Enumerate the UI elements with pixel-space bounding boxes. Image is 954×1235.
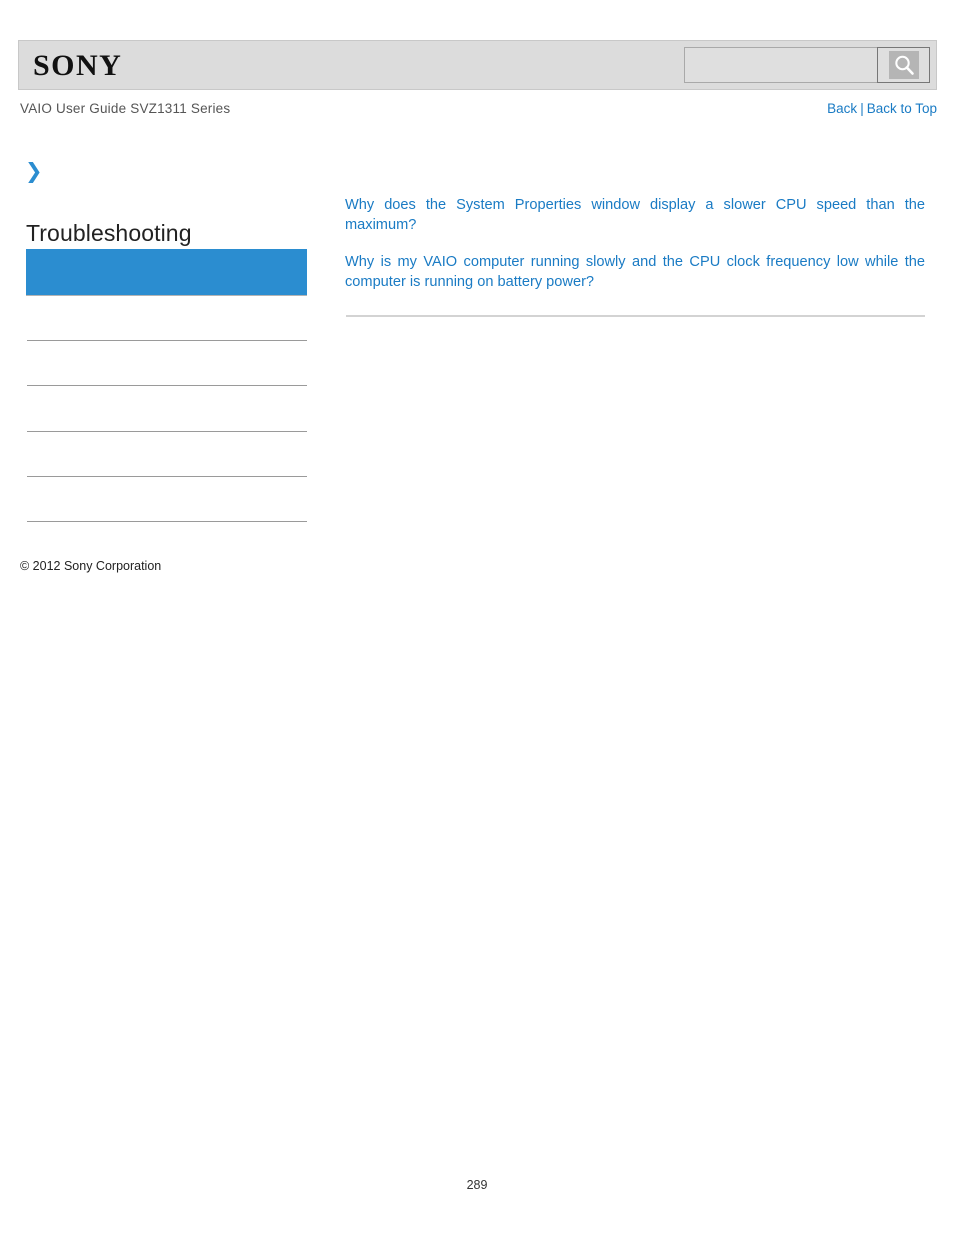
sidebar-item-active[interactable] <box>26 249 307 296</box>
chevron-right-icon[interactable]: ❯ <box>25 160 43 182</box>
content-divider <box>346 315 925 317</box>
page-number: 289 <box>466 1178 488 1192</box>
sidebar-item-4[interactable] <box>27 476 307 477</box>
back-to-top-link[interactable]: Back to Top <box>867 101 937 116</box>
sidebar-item-5[interactable] <box>27 521 307 522</box>
copyright-text: © 2012 Sony Corporation <box>20 559 162 573</box>
search-input[interactable] <box>684 47 877 83</box>
sidebar-item-1[interactable] <box>27 340 307 341</box>
page-root: SONY VAIO User Guide SVZ1311 Series Back… <box>0 0 954 1235</box>
sidebar-item-3[interactable] <box>27 431 307 432</box>
sidebar-item-2[interactable] <box>27 385 307 386</box>
nav-separator: | <box>860 101 864 116</box>
sidebar-heading: Troubleshooting <box>26 220 192 246</box>
guide-title: VAIO User Guide SVZ1311 Series <box>20 101 231 116</box>
search-icon <box>888 51 919 79</box>
main-content: Why does the System Properties window di… <box>345 196 925 292</box>
content-link-2[interactable]: Why is my VAIO computer running slowly a… <box>345 253 925 292</box>
search-area <box>684 47 930 83</box>
back-link[interactable]: Back <box>827 101 857 116</box>
content-link-1[interactable]: Why does the System Properties window di… <box>345 196 925 235</box>
top-navigation: Back | Back to Top <box>827 101 937 116</box>
site-header: SONY <box>18 40 937 90</box>
sony-logo: SONY <box>33 49 123 82</box>
search-button[interactable] <box>877 47 930 83</box>
